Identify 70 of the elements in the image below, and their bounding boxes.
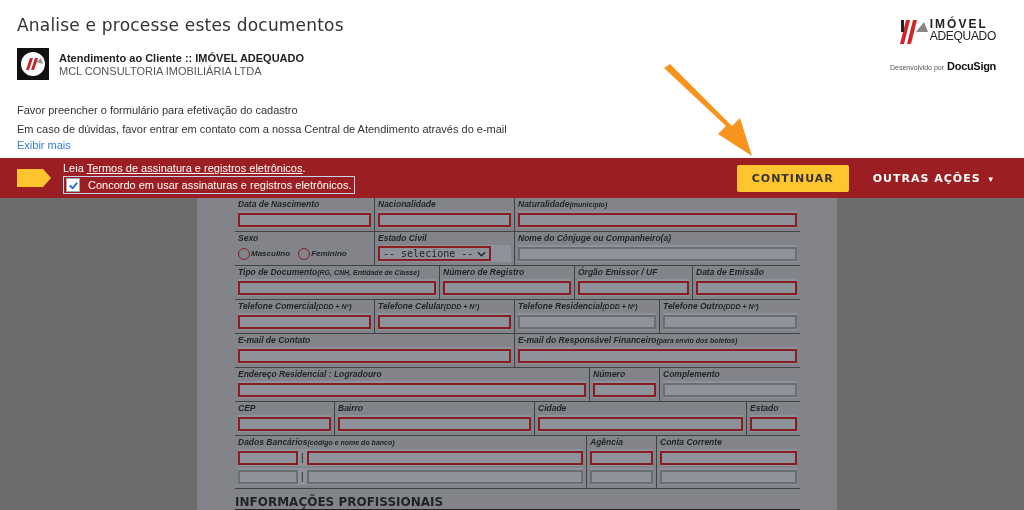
terms-text: Leia Termos de assinatura e registros eletrônicos. <box>63 162 307 174</box>
input-field[interactable] <box>660 450 797 465</box>
input-field[interactable] <box>306 450 583 465</box>
page-title: Analise e processe estes documentos <box>17 15 345 35</box>
input-field[interactable] <box>238 348 511 363</box>
input-field[interactable] <box>238 469 298 484</box>
message-text: Em caso de dúvidas, favor entrar em contato com a nossa Central de Atendimento através do e-mail <box>17 123 507 135</box>
input-field[interactable] <box>750 416 797 431</box>
show-more-link[interactable]: Exibir mais <box>17 139 71 151</box>
input-field[interactable] <box>443 280 571 295</box>
field-label: Conta Corrente <box>660 437 723 447</box>
field-label: CEP <box>238 403 257 413</box>
field-label: Sexo <box>238 233 260 243</box>
field-label: Endereço Residencial : Logradouro <box>238 369 383 379</box>
input-field[interactable] <box>593 382 656 397</box>
section-heading: INFORMAÇÕES PROFISSIONAIS <box>235 489 800 510</box>
consent-checkbox[interactable]: Concordo em usar assinaturas e registros eletrônicos. <box>63 176 355 194</box>
input-field[interactable] <box>696 280 797 295</box>
input-field[interactable] <box>338 416 531 431</box>
input-field[interactable] <box>538 416 743 431</box>
brand-name-line: IMÓVEL <box>929 18 989 30</box>
input-field[interactable] <box>378 212 511 227</box>
field-label: Órgão Emissor / UF <box>578 267 659 277</box>
sender-company: MCL CONSULTORIA IMOBILIÁRIA LTDA <box>59 64 263 77</box>
continue-button[interactable]: CONTINUAR <box>736 164 849 192</box>
field-label: Número de Registro <box>443 267 526 277</box>
input-field[interactable] <box>578 280 689 295</box>
input-field[interactable] <box>238 212 371 227</box>
tag-icon <box>17 169 51 187</box>
input-field[interactable] <box>238 314 371 329</box>
field-label: Data de Emissão <box>696 267 766 277</box>
input-field[interactable] <box>238 416 331 431</box>
radio-option[interactable]: Masculino <box>238 247 291 260</box>
input-field[interactable] <box>306 469 583 484</box>
sender-logo-icon <box>17 48 49 80</box>
field-label: Número <box>593 369 627 379</box>
input-field[interactable] <box>518 246 797 261</box>
input-field[interactable] <box>663 382 797 397</box>
input-field[interactable] <box>518 348 797 363</box>
radio-option[interactable]: Feminino <box>298 247 347 260</box>
sender-name: Atendimento ao Cliente :: IMÓVEL ADEQUADO <box>59 51 305 64</box>
field-label: Complemento <box>663 369 721 379</box>
field-label: Cidade <box>538 403 568 413</box>
select-dropdown[interactable]: -- selecione -- <box>378 246 492 261</box>
field-label: Nome do Cônjuge ou Companheiro(a) <box>518 233 672 243</box>
field-label: Nacionalidade <box>378 199 437 209</box>
input-field[interactable] <box>590 450 653 465</box>
field-label: Agência <box>590 437 625 447</box>
field-label: Estado <box>750 403 780 413</box>
field-label: Estado Civil <box>378 233 428 243</box>
field-label: E-mail de Contato <box>238 335 312 345</box>
field-label: Bairro <box>338 403 365 413</box>
field-label: Data de Nascimento <box>238 199 321 209</box>
input-field[interactable] <box>238 450 298 465</box>
chevron-down-icon <box>477 250 487 257</box>
input-field[interactable] <box>518 314 656 329</box>
docusign-wordmark: DocuSign <box>947 60 996 72</box>
input-field[interactable] <box>378 314 511 329</box>
brand-name-line: ADEQUADO <box>929 30 996 42</box>
input-field[interactable] <box>660 469 797 484</box>
other-actions-button[interactable]: OUTRAS AÇÕES ▾ <box>862 165 1004 191</box>
separator-mark: | <box>301 452 304 463</box>
input-field[interactable] <box>238 382 586 397</box>
input-field[interactable] <box>518 212 797 227</box>
separator-mark: | <box>301 471 304 482</box>
message-text: Favor preencher o formulário para efetivação do cadastro <box>17 104 299 116</box>
input-field[interactable] <box>663 314 797 329</box>
brand-logo-icon <box>897 18 928 44</box>
input-field[interactable] <box>238 280 436 295</box>
input-field[interactable] <box>590 469 653 484</box>
